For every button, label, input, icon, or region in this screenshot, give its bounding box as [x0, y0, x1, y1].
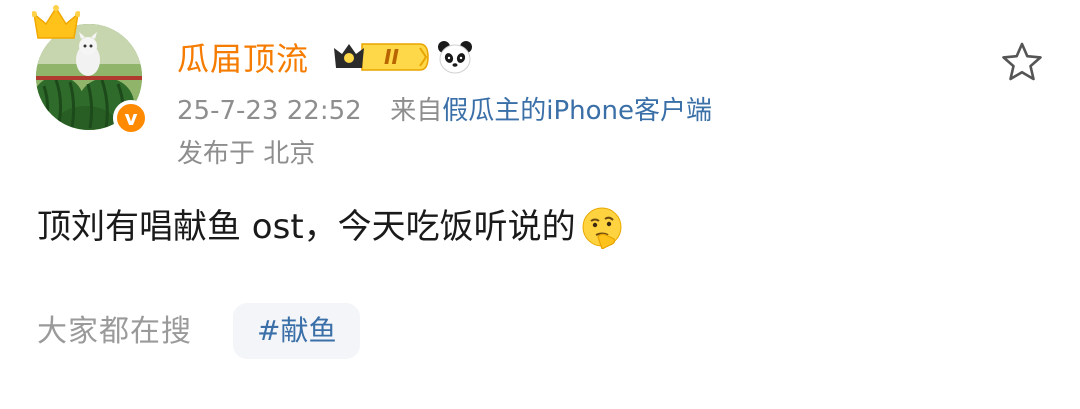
panda-icon[interactable] [436, 38, 474, 76]
thinking-face-icon [582, 207, 622, 249]
post-meta: 25-7-23 22:52 来自假瓜主的iPhone客户端 [177, 92, 712, 130]
favorite-star-icon[interactable] [1000, 40, 1044, 84]
trending-label: 大家都在搜 [37, 314, 192, 349]
post-location: 发布于 北京 [177, 139, 316, 169]
username[interactable]: 瓜届顶流 [177, 37, 309, 81]
verified-icon: v [113, 100, 149, 136]
source-link[interactable]: 假瓜主的iPhone客户端 [442, 96, 712, 126]
crown-icon [32, 5, 80, 39]
post-body[interactable]: 顶刘有唱献鱼 ost，今天吃饭听说的 [37, 203, 624, 251]
level-crown-icon [334, 43, 429, 71]
hashtag-chip[interactable]: #献鱼 [233, 303, 361, 359]
avatar-container[interactable]: v [32, 5, 149, 136]
level-badge[interactable]: II [332, 40, 430, 74]
timestamp: 25-7-23 22:52 [177, 96, 362, 126]
level-badge-text: II [384, 45, 399, 69]
post-text: 顶刘有唱献鱼 ost，今天吃饭听说的 [37, 207, 576, 247]
source-prefix: 来自 [390, 96, 443, 126]
